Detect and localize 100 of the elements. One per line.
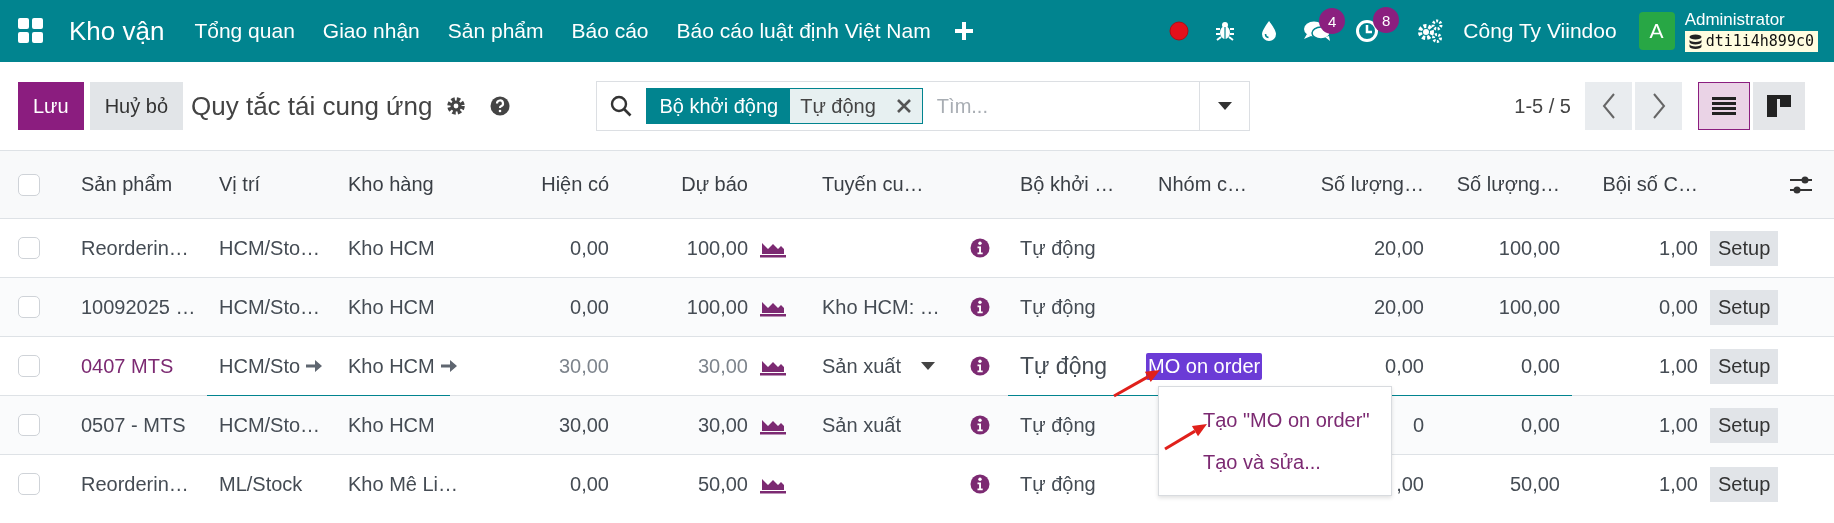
table-cell: 30,00 [558, 354, 609, 377]
column-header[interactable]: Hiện có [450, 150, 621, 219]
setup-button[interactable]: Setup [1710, 407, 1779, 443]
table-cell: 30,00 [558, 413, 609, 436]
warehouse-field[interactable]: Kho HCM [348, 354, 435, 378]
info-icon[interactable] [970, 415, 990, 435]
column-header[interactable]: Số lượng… [1270, 150, 1436, 219]
table-cell: 50,00 [697, 472, 748, 495]
save-button[interactable]: Lưu [18, 82, 84, 130]
route-select[interactable]: Sản xuất [822, 354, 901, 378]
table-cell: 100,00 [1498, 236, 1560, 259]
table-cell: Tự động [1020, 413, 1096, 436]
previous-button[interactable] [1585, 82, 1632, 130]
company-name[interactable]: Công Ty Viindoo [1463, 19, 1617, 43]
help-icon[interactable] [490, 96, 511, 116]
chevron-left-icon [1601, 93, 1616, 119]
checkbox[interactable] [18, 173, 40, 196]
location-field[interactable]: HCM/Sto [219, 354, 301, 378]
table-cell: 30,00 [697, 354, 748, 377]
table-cell: 0,00 [570, 236, 609, 259]
arrow-icon[interactable] [306, 359, 323, 373]
table-cell: 0,00 [570, 295, 609, 318]
next-button[interactable] [1635, 82, 1682, 130]
menu-item[interactable]: Tổng quan [194, 19, 295, 43]
search-facet[interactable]: Bộ khởi động Tự động [646, 88, 923, 124]
table-cell: Kho HCM [348, 413, 435, 436]
table-cell: Kho HCM [348, 295, 435, 318]
search-bar[interactable]: Bộ khởi động Tự động Tìm... [596, 81, 1251, 131]
table-cell: Reorderin… [81, 236, 189, 259]
product-link[interactable]: 0407 MTS [81, 354, 174, 377]
facet-value: Tự động [800, 94, 876, 118]
list-view-button[interactable] [1698, 82, 1750, 130]
setup-button[interactable]: Setup [1710, 230, 1779, 266]
dropdown-item[interactable]: Tạo và sửa... [1159, 441, 1391, 483]
menu-item[interactable]: Báo cáo [571, 19, 649, 43]
info-icon[interactable] [970, 238, 990, 258]
menu-item[interactable]: Sản phẩm [447, 19, 544, 43]
setup-button[interactable]: Setup [1710, 289, 1779, 325]
checkbox[interactable] [18, 414, 40, 436]
table-cell: Kho HCM [348, 236, 435, 259]
column-header[interactable]: Dự báo [621, 150, 760, 219]
bug-icon[interactable] [1215, 21, 1236, 41]
kanban-view-button[interactable] [1753, 82, 1805, 130]
drop-icon[interactable] [1261, 21, 1278, 41]
trigger-select[interactable]: Tự động [1020, 352, 1107, 379]
chevron-right-icon [1651, 93, 1666, 119]
menu-item[interactable]: Báo cáo luật định Việt Nam [676, 19, 931, 43]
discard-button[interactable]: Huỷ bỏ [89, 82, 183, 130]
column-header[interactable]: Tuyến cu… [810, 150, 960, 219]
table-cell: HCM/Sto… [219, 295, 321, 318]
column-header[interactable]: Bội số C… [1572, 150, 1710, 219]
table-cell: 0507 - MTS [81, 413, 186, 436]
sliders-icon[interactable] [1790, 175, 1812, 194]
column-header[interactable]: Số lượng… [1436, 150, 1572, 219]
table-cell: Tự động [1020, 295, 1096, 318]
table-cell: 0 [1412, 413, 1424, 436]
table-cell: 10092025 … [81, 295, 196, 318]
arrow-icon[interactable] [440, 359, 457, 373]
table-cell: 50,00 [1509, 472, 1560, 495]
clock-icon[interactable] [1355, 19, 1380, 43]
table-cell: HCM/Sto… [219, 413, 321, 436]
table-cell: 0,00 [1659, 295, 1698, 318]
pager-value[interactable]: 1-5 / 5 [1514, 94, 1571, 118]
apps-icon[interactable] [18, 18, 44, 44]
checkbox[interactable] [18, 237, 40, 259]
column-header[interactable]: Kho hàng [336, 150, 450, 219]
info-icon[interactable] [970, 356, 990, 376]
dropdown-item[interactable]: Tạo "MO on order" [1159, 399, 1391, 441]
settings-icon[interactable] [446, 96, 467, 116]
checkbox[interactable] [18, 296, 40, 318]
table-cell: Kho HCM: … [822, 295, 940, 318]
app-title[interactable]: Kho vận [69, 15, 165, 47]
info-icon[interactable] [970, 474, 990, 495]
table-cell: Tự động [1020, 472, 1096, 495]
column-header[interactable]: Nhóm c… [1146, 150, 1270, 219]
menu-item[interactable]: Giao nhận [322, 19, 420, 43]
table-cell: Sản xuất [822, 413, 901, 436]
table-cell: 100,00 [686, 295, 748, 318]
user-name[interactable]: Administrator [1684, 10, 1818, 29]
column-header[interactable]: Sản phẩm [69, 150, 207, 219]
column-header[interactable]: Vị trí [207, 150, 336, 219]
table-cell: 100,00 [686, 236, 748, 259]
gears-icon[interactable] [1417, 19, 1444, 43]
search-icon[interactable] [610, 95, 633, 117]
setup-button[interactable]: Setup [1710, 466, 1779, 502]
column-header[interactable]: Bộ khởi … [1008, 150, 1146, 219]
close-icon[interactable] [895, 98, 912, 114]
count-badge: 8 [1373, 7, 1400, 33]
table-cell: HCM/Sto… [219, 236, 321, 259]
plus-icon[interactable] [954, 22, 973, 40]
table-cell: ,00 [1396, 472, 1424, 495]
checkbox[interactable] [18, 355, 40, 377]
info-icon[interactable] [970, 297, 990, 317]
setup-button[interactable]: Setup [1710, 348, 1779, 384]
table-cell: 0,00 [570, 472, 609, 495]
database-icon [1688, 33, 1702, 50]
table-cell: Reorderin… [81, 472, 189, 495]
group-field[interactable]: MO on order [1146, 352, 1263, 380]
checkbox[interactable] [18, 473, 40, 496]
caret-icon [920, 362, 935, 370]
